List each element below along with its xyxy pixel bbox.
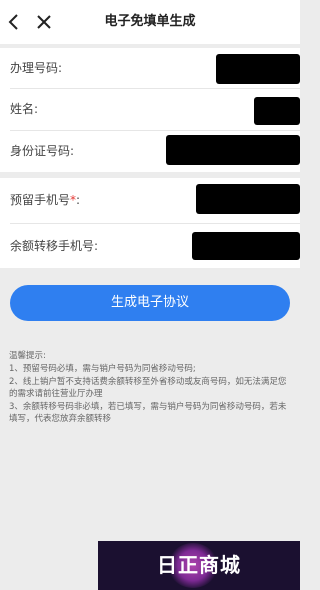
field-label-reserved-phone: 预留手机号*: [10,193,81,207]
field-row-id: 身份证号码: [0,131,300,171]
field-label-id: 身份证号码: [10,144,75,158]
tip-item: 1、预留号码必填，需与销户号码为同省移动号码; [9,364,196,374]
field-label-phone: 办理号码: [10,61,63,75]
tips-panel: 温馨提示: 1、预留号码必填，需与销户号码为同省移动号码; 2、线上销户暂不支持… [9,350,294,426]
tip-item: 2、线上销户暂不支持话费余额转移至外省移动或友商号码，如无法满足您的需求请前往营… [9,377,287,399]
tip-item: 3、余额转移号码非必填，若已填写，需与销户号码为同省移动号码，若未填写，代表您放… [9,402,287,424]
identity-section: 办理号码: 姓名: 身份证号码: [0,48,300,172]
close-button[interactable] [32,8,56,36]
field-label-transfer-phone: 余额转移手机号: [10,239,99,253]
field-row-name: 姓名: [0,89,300,129]
phone-input-redacted[interactable] [216,54,300,84]
generate-agreement-button[interactable]: 生成电子协议 [10,285,290,321]
chevron-left-icon [8,14,18,30]
name-input-redacted[interactable] [254,97,300,125]
transfer-phone-input-redacted[interactable] [192,232,300,260]
watermark-text: 日正商城 [157,553,241,577]
reserved-phone-input-redacted[interactable] [196,184,300,214]
id-input-redacted[interactable] [166,135,300,165]
field-row-transfer-phone: 余额转移手机号: [0,226,300,266]
contact-section: 预留手机号*: 余额转移手机号: [0,178,300,268]
field-label-name: 姓名: [10,102,39,116]
tips-title: 温馨提示: [9,351,46,361]
field-row-phone: 办理号码: [0,48,300,88]
watermark-logo: 日正商城 [98,541,300,590]
back-button[interactable] [2,8,26,36]
close-icon [37,15,51,29]
top-nav-bar: 电子免填单生成 [0,0,300,44]
field-row-reserved-phone: 预留手机号*: [0,180,300,220]
